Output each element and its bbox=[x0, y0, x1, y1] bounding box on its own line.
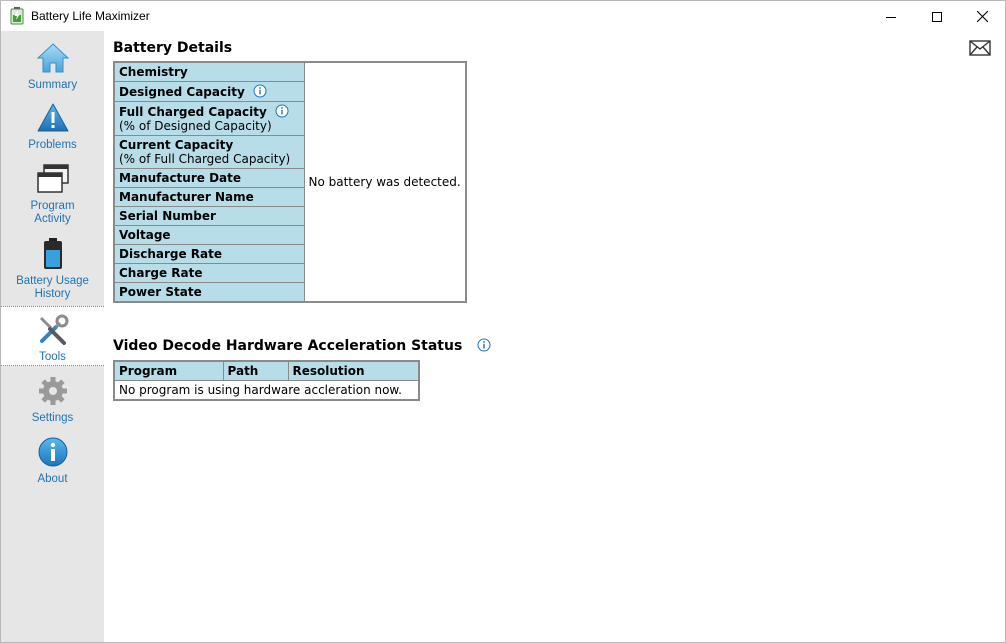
video-decode-title: Video Decode Hardware Acceleration Statu… bbox=[113, 338, 491, 354]
maximize-button[interactable] bbox=[914, 1, 960, 32]
sidebar-item-program-activity[interactable]: Program Activity bbox=[1, 162, 104, 226]
tools-icon bbox=[39, 314, 68, 345]
sidebar-item-problems[interactable]: Problems bbox=[1, 101, 104, 152]
warning-icon bbox=[37, 103, 68, 132]
detail-label: Current Capacity bbox=[119, 138, 234, 152]
table-row: No program is using hardware accleration… bbox=[113, 380, 420, 401]
sidebar-item-label: Summary bbox=[27, 79, 78, 91]
close-icon bbox=[976, 11, 988, 22]
detail-label: Serial Number bbox=[119, 209, 216, 223]
detail-label: Voltage bbox=[119, 228, 171, 242]
battery-details-table: Chemistry No battery was detected. Designe… bbox=[113, 61, 467, 303]
sidebar-item-label: Program Activity bbox=[30, 200, 75, 225]
video-decode-title-text: Video Decode Hardware Acceleration Statu… bbox=[113, 338, 463, 354]
sidebar-item-label: About bbox=[37, 473, 68, 485]
detail-label: Full Charged Capacity bbox=[119, 105, 267, 119]
sidebar-item-label: Battery Usage History bbox=[16, 275, 89, 300]
sidebar-item-tools[interactable]: Tools bbox=[1, 306, 104, 366]
detail-label-cell: Power State bbox=[113, 282, 305, 303]
detail-label: Power State bbox=[119, 285, 202, 299]
title-bar: Battery Life Maximizer bbox=[0, 0, 1006, 31]
app-battery-icon bbox=[10, 7, 24, 25]
sidebar-item-summary[interactable]: Summary bbox=[1, 41, 104, 92]
home-icon bbox=[36, 43, 69, 73]
detail-label-cell: Current Capacity (% of Full Charged Capac… bbox=[113, 135, 305, 169]
main-content: Battery Details Chemistry No battery was … bbox=[104, 31, 1005, 642]
detail-label-cell: Serial Number bbox=[113, 206, 305, 226]
detail-label: Manufacturer Name bbox=[119, 190, 254, 204]
gear-icon bbox=[38, 377, 67, 405]
detail-label-cell: Charge Rate bbox=[113, 263, 305, 283]
detail-label-cell: Voltage bbox=[113, 225, 305, 245]
info-icon[interactable] bbox=[275, 104, 289, 118]
detail-label-cell: Designed Capacity bbox=[113, 81, 305, 102]
maximize-icon bbox=[932, 11, 942, 22]
sidebar-item-settings[interactable]: Settings bbox=[1, 374, 104, 425]
battery-details-title: Battery Details bbox=[113, 40, 233, 56]
detail-label-cell: Chemistry bbox=[113, 61, 305, 82]
window-title: Battery Life Maximizer bbox=[31, 9, 150, 23]
detail-label: Manufacture Date bbox=[119, 171, 242, 185]
detail-label-cell: Discharge Rate bbox=[113, 244, 305, 264]
mail-icon[interactable] bbox=[969, 40, 991, 56]
info-icon bbox=[38, 437, 67, 467]
minimize-icon bbox=[886, 16, 896, 18]
sidebar: Summary Problems Program Activity Batter… bbox=[1, 31, 104, 642]
empty-message: No program is using hardware accleration… bbox=[113, 380, 420, 401]
detail-sublabel: (% of Full Charged Capacity) bbox=[119, 152, 291, 166]
video-decode-table: Program Path Resolution No program is us… bbox=[113, 360, 420, 401]
detail-label: Discharge Rate bbox=[119, 247, 223, 261]
no-battery-message: No battery was detected. bbox=[303, 61, 467, 303]
windows-icon bbox=[36, 164, 69, 193]
detail-label-cell: Manufacturer Name bbox=[113, 187, 305, 207]
detail-label: Chemistry bbox=[119, 65, 188, 79]
sidebar-item-label: Problems bbox=[28, 139, 77, 151]
sidebar-item-label: Tools bbox=[39, 351, 66, 363]
table-header-row: Program Path Resolution bbox=[113, 360, 420, 381]
detail-label-cell: Manufacture Date bbox=[113, 168, 305, 188]
detail-label-cell: Full Charged Capacity (% of Designed Capa… bbox=[113, 101, 305, 136]
detail-sublabel: (% of Designed Capacity) bbox=[119, 119, 272, 133]
column-header-resolution: Resolution bbox=[287, 360, 420, 381]
sidebar-item-battery-usage-history[interactable]: Battery Usage History bbox=[1, 237, 104, 301]
info-icon[interactable] bbox=[253, 84, 267, 98]
table-row: Chemistry No battery was detected. bbox=[113, 61, 467, 303]
detail-label: Charge Rate bbox=[119, 266, 203, 280]
info-icon[interactable] bbox=[477, 338, 491, 352]
sidebar-item-about[interactable]: About bbox=[1, 435, 104, 486]
battery-icon bbox=[43, 238, 62, 269]
minimize-button[interactable] bbox=[868, 1, 914, 32]
detail-label: Designed Capacity bbox=[119, 85, 245, 99]
sidebar-item-label: Settings bbox=[31, 412, 74, 424]
column-header-path: Path bbox=[222, 360, 289, 381]
column-header-program: Program bbox=[113, 360, 224, 381]
close-button[interactable] bbox=[959, 1, 1005, 32]
